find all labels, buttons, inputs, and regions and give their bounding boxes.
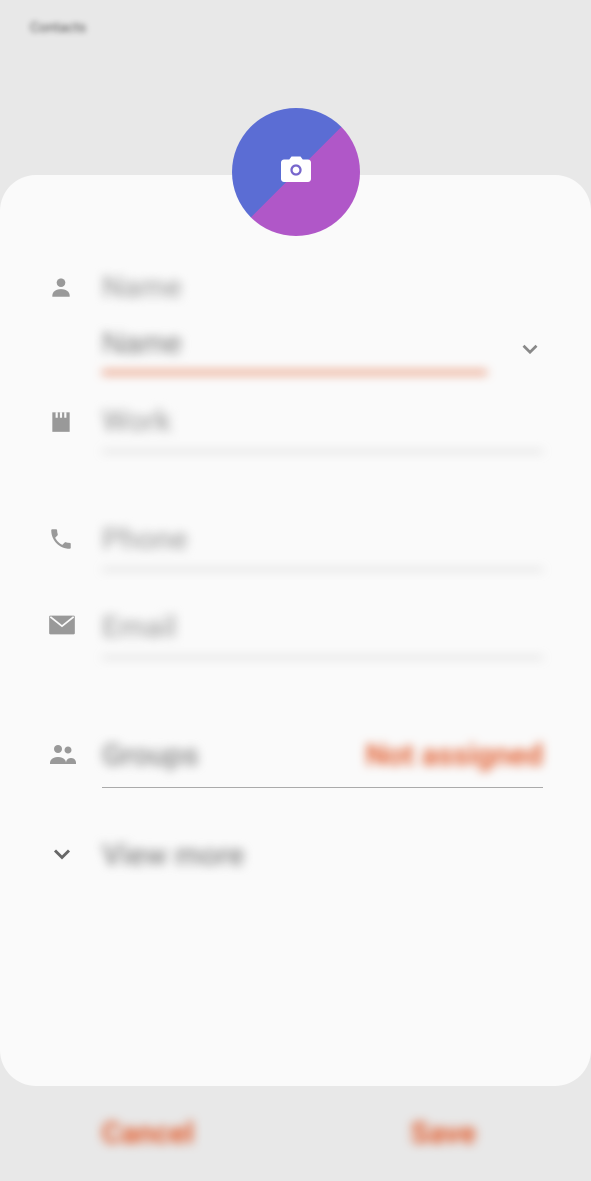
phone-icon	[48, 522, 80, 556]
phone-input[interactable]: Phone	[102, 522, 543, 570]
view-more-row[interactable]: View more	[48, 838, 543, 873]
name-section: Name	[48, 270, 543, 374]
work-input[interactable]: Work	[102, 404, 543, 452]
cancel-button[interactable]: Cancel	[0, 1116, 296, 1151]
name-input[interactable]	[102, 327, 487, 374]
groups-label: Groups	[102, 738, 366, 773]
header-label: Contacts	[30, 20, 86, 36]
contact-form-card: Name Work	[0, 175, 591, 1086]
person-icon	[48, 270, 80, 304]
email-section: Email	[48, 610, 543, 658]
chevron-down-icon[interactable]	[517, 336, 543, 366]
groups-section: Groups Not assigned	[48, 738, 543, 788]
name-label: Name	[102, 270, 543, 305]
button-bar: Cancel Save	[0, 1086, 591, 1181]
building-icon	[48, 404, 80, 438]
groups-row[interactable]: Groups Not assigned	[102, 738, 543, 788]
avatar-container	[232, 108, 360, 236]
groups-value: Not assigned	[366, 738, 543, 773]
avatar-button[interactable]	[232, 108, 360, 236]
save-button[interactable]: Save	[296, 1116, 591, 1151]
email-icon	[48, 610, 80, 640]
view-more-label: View more	[102, 838, 244, 873]
camera-icon	[276, 152, 316, 192]
email-input[interactable]: Email	[102, 610, 543, 658]
phone-section: Phone	[48, 522, 543, 570]
groups-icon	[48, 738, 80, 770]
chevron-down-icon	[48, 840, 80, 872]
work-section: Work	[48, 404, 543, 452]
